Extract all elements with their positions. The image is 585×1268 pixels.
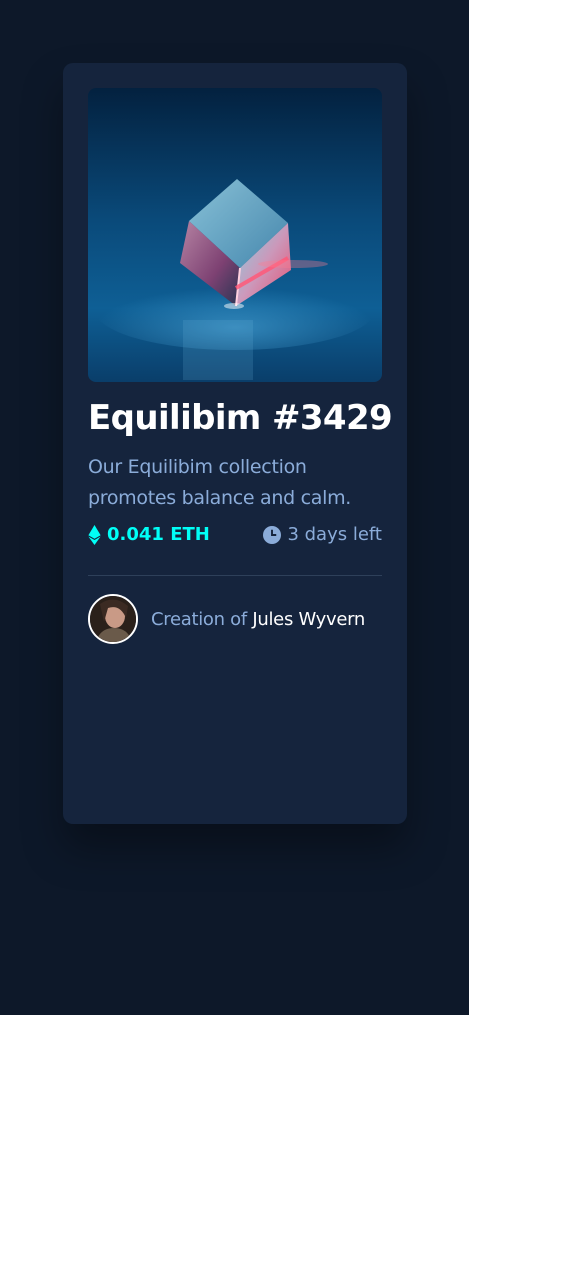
price-value: 0.041 ETH: [107, 524, 210, 545]
time-left: 3 days left: [263, 524, 382, 545]
time-left-value: 3 days left: [287, 524, 382, 545]
nft-image[interactable]: [88, 88, 382, 382]
creator-name[interactable]: Jules Wyvern: [252, 609, 365, 630]
price: 0.041 ETH: [88, 524, 210, 545]
divider: [88, 575, 382, 576]
ethereum-icon: [88, 524, 101, 545]
creator-prefix: Creation of: [151, 608, 247, 630]
cube-image: [88, 88, 382, 382]
nft-title[interactable]: Equilibim #3429: [88, 398, 393, 438]
creator-credit: Creation of Jules Wyvern: [151, 609, 365, 630]
creator: Creation of Jules Wyvern: [88, 594, 365, 644]
clock-icon: [263, 525, 282, 544]
nft-card: Equilibim #3429 Our Equilibim collection…: [63, 63, 407, 824]
nft-meta: 0.041 ETH 3 days left: [88, 524, 382, 550]
creator-avatar: [88, 594, 138, 644]
nft-description: Our Equilibim collection promotes balanc…: [88, 456, 352, 509]
